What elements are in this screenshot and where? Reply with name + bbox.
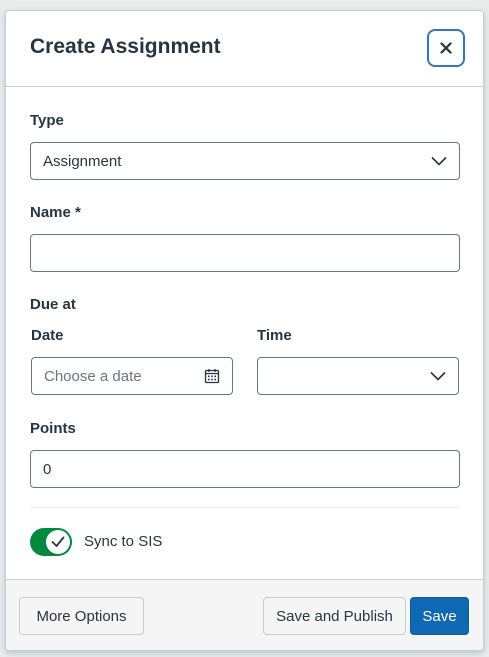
type-select-value: Assignment xyxy=(43,153,122,170)
type-label: Type xyxy=(30,112,64,129)
time-label: Time xyxy=(257,327,292,344)
dialog-title: Create Assignment xyxy=(30,35,221,58)
points-label: Points xyxy=(30,420,76,437)
checkmark-icon xyxy=(51,536,65,547)
due-at-label: Due at xyxy=(30,296,76,313)
dialog-footer: More Options Save and Publish Save xyxy=(6,579,483,650)
divider xyxy=(30,507,460,508)
points-input[interactable]: 0 xyxy=(30,450,460,488)
more-options-button[interactable]: More Options xyxy=(19,597,144,635)
dialog-header: Create Assignment xyxy=(6,11,483,87)
close-button[interactable] xyxy=(427,29,465,67)
create-assignment-dialog: Create Assignment Type Assignment Name *… xyxy=(5,10,484,651)
toggle-knob xyxy=(46,530,70,554)
type-select[interactable]: Assignment xyxy=(30,142,460,180)
time-select[interactable] xyxy=(257,357,459,395)
calendar-icon xyxy=(204,369,220,384)
date-label: Date xyxy=(31,327,64,344)
close-icon xyxy=(440,42,452,54)
chevron-down-icon xyxy=(431,156,447,166)
chevron-down-icon xyxy=(430,371,446,381)
name-input[interactable] xyxy=(30,234,460,272)
date-input[interactable]: Choose a date xyxy=(31,357,233,395)
points-input-value: 0 xyxy=(43,461,52,478)
save-and-publish-button[interactable]: Save and Publish xyxy=(263,597,406,635)
sync-to-sis-toggle[interactable] xyxy=(30,528,72,556)
name-label: Name * xyxy=(30,204,81,221)
sync-to-sis-label: Sync to SIS xyxy=(84,533,163,550)
save-button[interactable]: Save xyxy=(410,597,469,635)
date-input-placeholder: Choose a date xyxy=(44,368,142,385)
